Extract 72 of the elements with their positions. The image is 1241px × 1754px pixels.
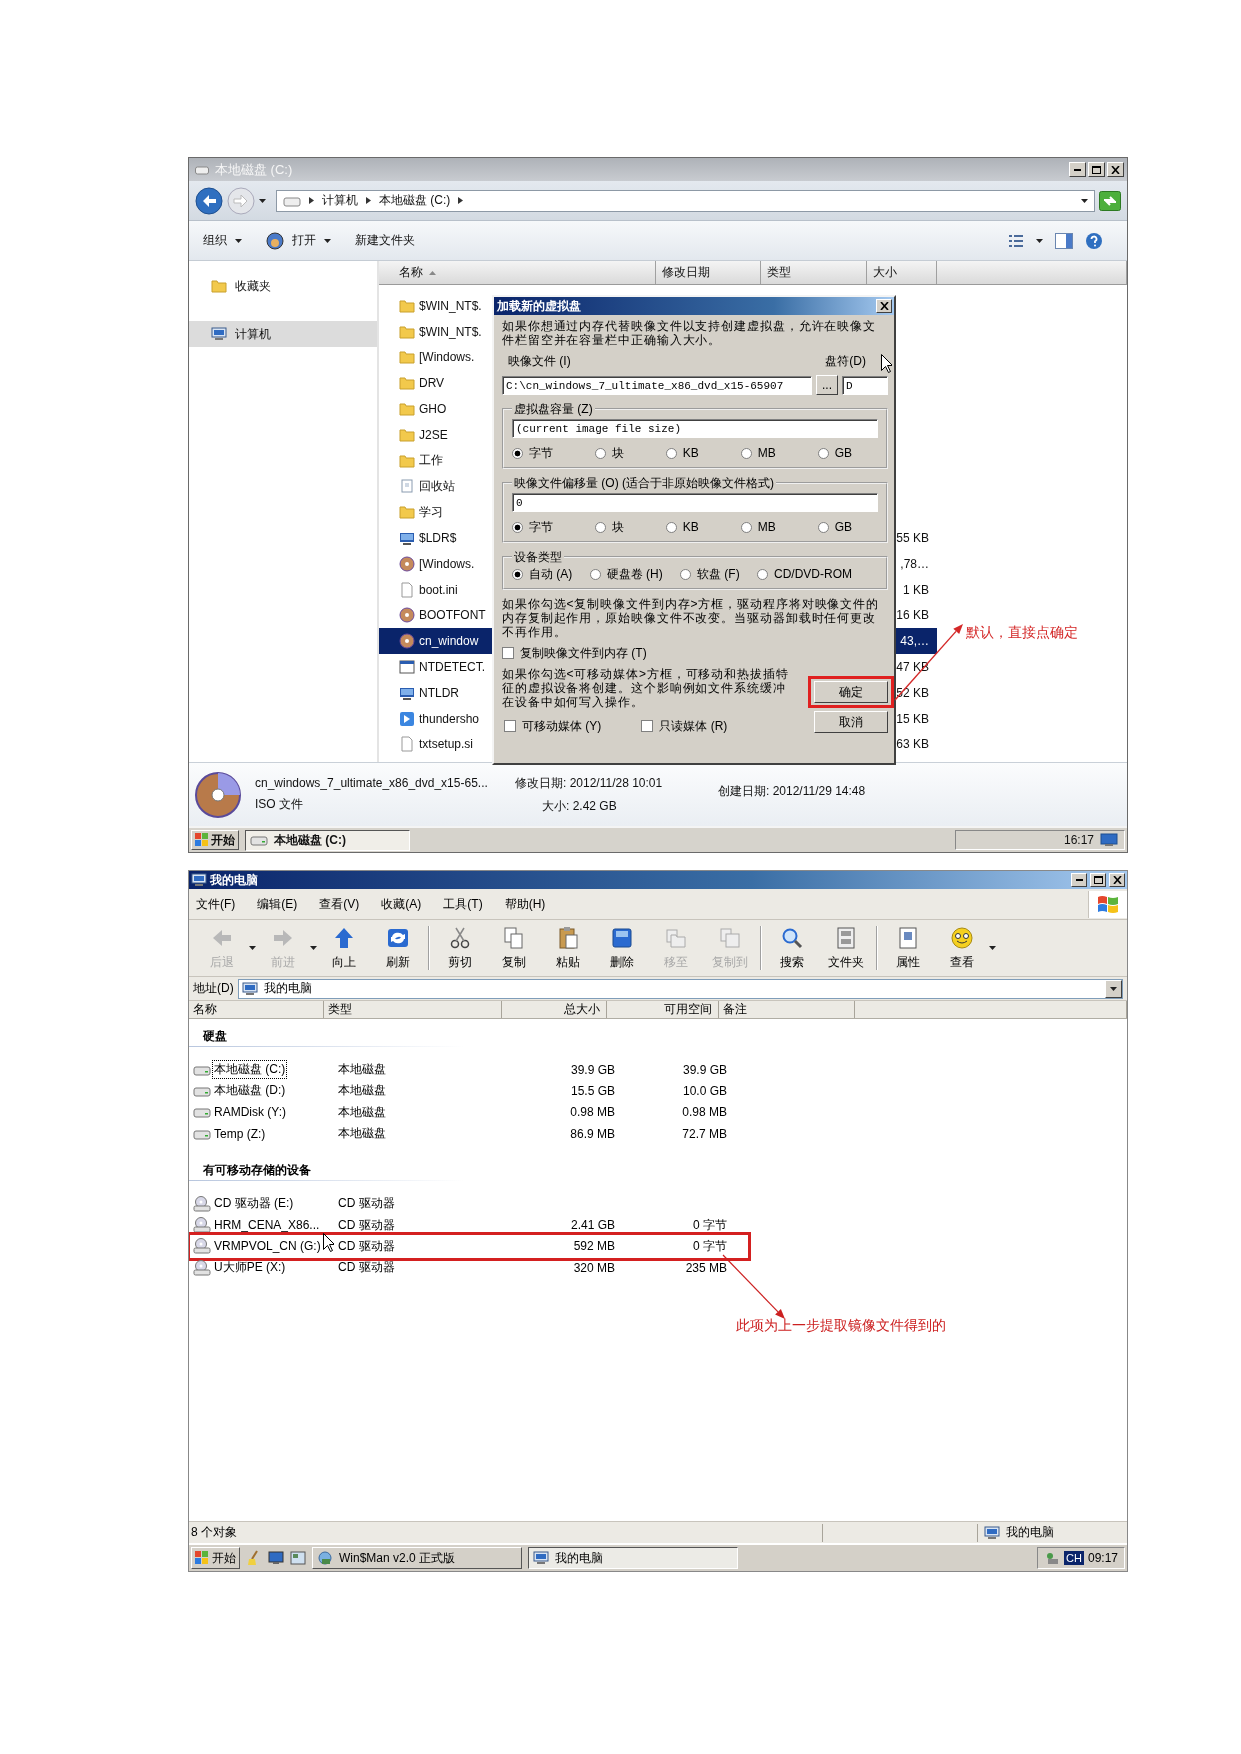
annotation-text: 默认，直接点确定 [966,624,1078,642]
file-name: 工作 [419,452,443,470]
drive-type: 本地磁盘 [338,1082,387,1100]
annotation-text: 此项为上一步提取镜像文件得到的 [736,1317,946,1335]
total-size: 0.98 MB [570,1105,616,1120]
file-size: 63 KB [896,737,930,752]
file-name: $WIN_NT$. [419,324,482,339]
group-title: 映像文件偏移量 (O) (适合于非原始映像文件格式) [513,476,775,490]
free-space: 0 字节 [693,1216,728,1234]
file-name: [Windows. [419,350,475,365]
total-size: 15.5 GB [570,1083,616,1098]
drive-type: 本地磁盘 [338,1061,387,1079]
drive-type: CD 驱动器 [338,1237,396,1255]
total-size: 320 MB [573,1260,616,1275]
field-label: 映像文件 (I) [508,354,571,368]
file-size: ,78… [900,556,930,571]
free-space: 235 MB [685,1260,728,1275]
file-name: [Windows. [419,556,475,571]
file-name: J2SE [419,427,448,442]
window-title: 本地磁盘 (C:) [215,160,294,179]
description-text: 如果你想通过内存代替映像文件以支持创建虚拟盘，允许在映像文件栏留空并在容量栏中正确输入大小。 [502,319,878,347]
description-text: 如果你勾选<复制映像文件到内存>方框，驱动程序将对映像文件的内存复制起作用，原始映像文件不改变。当驱动器卸载时任何更改不再作用。 [502,597,880,639]
total-size: 39.9 GB [570,1062,616,1077]
clock: 09:17 [1087,1551,1118,1565]
field-label: 盘符(D) [825,354,866,368]
file-name: NTDETECT. [419,660,485,675]
status-text: 8 个对象 [190,1524,238,1541]
file-size: 15 KB [896,711,930,726]
file-name: boot.ini [419,582,458,597]
drive-type: 本地磁盘 [338,1103,387,1121]
free-space: 72.7 MB [682,1126,728,1141]
modified-date: 修改日期: 2012/11/28 10:01 [515,774,664,792]
file-name: GHO [419,402,447,417]
status-text: 我的电脑 [1006,1524,1054,1541]
file-type: ISO 文件 [255,796,304,813]
total-size: 2.41 GB [570,1218,616,1233]
file-size: 16 KB [896,608,930,623]
created-date: 创建日期: 2012/11/29 14:48 [718,783,867,800]
file-name: cn_window [419,634,479,649]
file-name: $WIN_NT$. [419,298,482,313]
description-text: 如果你勾选<可移动媒体>方框，可移动和热拔插特征的虚拟设备将创建。这个影响例如文件系统缓冲在设备中如何写入操作。 [502,667,790,709]
free-space: 0 字节 [693,1237,728,1255]
free-space: 10.0 GB [682,1083,728,1098]
file-size: 1 KB [903,582,930,597]
file-size: 43,… [900,634,930,649]
file-name: 学习 [419,503,443,521]
group-title: 设备类型 [513,550,563,564]
group-header: 有可移动存储的设备 [202,1162,312,1180]
file-name: cn_windows_7_ultimate_x86_dvd_x15-65... [255,776,489,790]
file-name: txtsetup.si [419,737,474,752]
window-title: 我的电脑 [210,871,259,889]
address-label: 地址(D) [193,980,234,997]
file-name: thundersho [419,711,480,726]
group-header: 硬盘 [202,1028,228,1045]
file-name: DRV [419,376,445,391]
group-title: 虚拟盘容量 (Z) [513,402,594,416]
file-name: NTLDR [419,685,459,700]
drive-type: CD 驱动器 [338,1216,396,1234]
drive-type: CD 驱动器 [338,1259,396,1277]
dialog-title: 加载新的虚拟盘 [497,299,582,313]
file-name: 回收站 [419,477,455,495]
file-size: 大小: 2.42 GB [541,797,618,815]
clock: 16:17 [1063,833,1094,847]
drive-type: CD 驱动器 [338,1195,396,1213]
free-space: 39.9 GB [682,1062,728,1077]
drive-type: 本地磁盘 [338,1125,387,1143]
file-name: $LDR$ [419,531,457,546]
total-size: 592 MB [573,1239,616,1254]
file-name: BOOTFONT [419,608,486,623]
free-space: 0.98 MB [682,1105,728,1120]
total-size: 86.9 MB [570,1126,616,1141]
file-size: 55 KB [896,531,930,546]
